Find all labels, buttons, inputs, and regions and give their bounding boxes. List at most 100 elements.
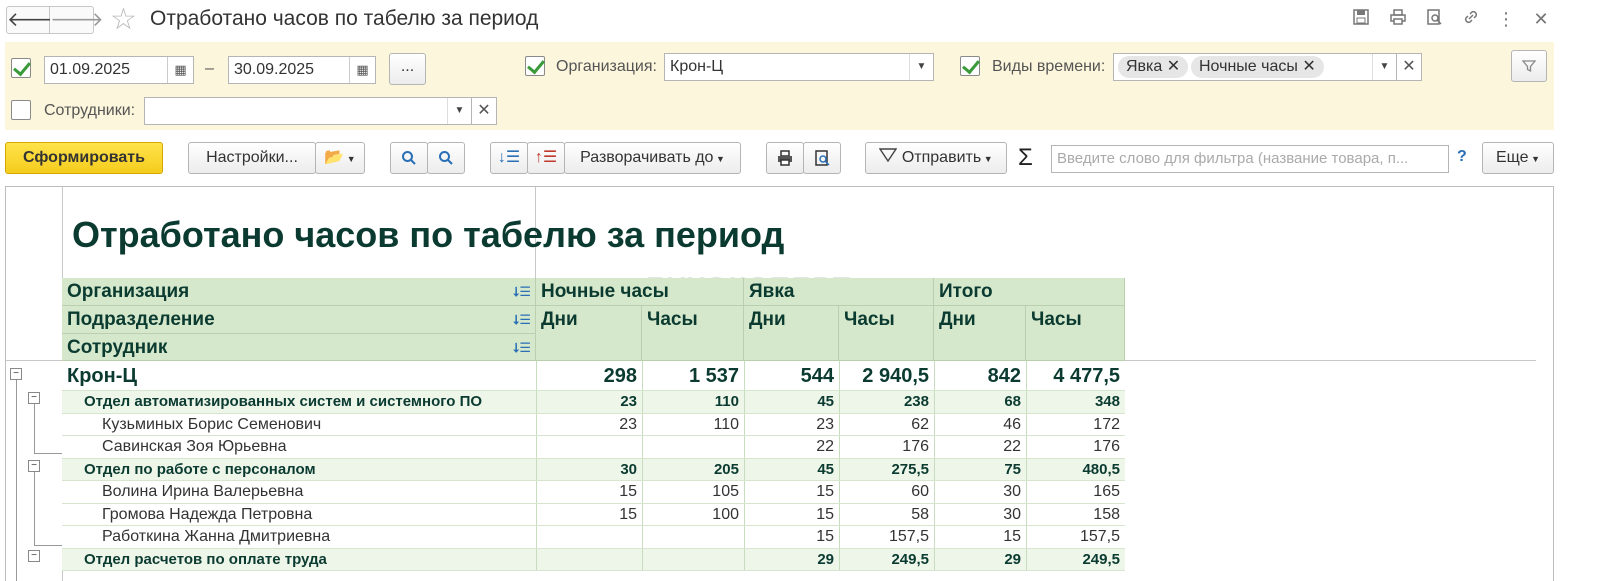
- row-value-cell: 29: [934, 548, 1026, 570]
- remove-tag-icon[interactable]: ✕: [1167, 58, 1180, 75]
- collapse-all-button[interactable]: ↓☰: [490, 142, 528, 174]
- collapse-toggle-icon[interactable]: −: [28, 550, 40, 562]
- date-from-field[interactable]: 01.09.2025 ▦: [44, 56, 194, 84]
- row-value-cell: 60: [839, 481, 934, 503]
- chevron-down-icon: ▼: [981, 154, 993, 164]
- expand-to-dropdown[interactable]: Разворачивать до ▼: [564, 142, 741, 174]
- row-value-cell: 176: [1026, 436, 1125, 458]
- header-label: Организация: [67, 281, 190, 302]
- sort-icon[interactable]: ⭣☰: [513, 306, 531, 333]
- close-icon[interactable]: ✕: [1530, 8, 1552, 30]
- row-value-cell: 157,5: [839, 526, 934, 548]
- employee-row[interactable]: Громова Надежда Петровна 15 100 15 58 30 158: [62, 503, 1125, 526]
- more-vertical-icon[interactable]: ⋮: [1495, 8, 1517, 30]
- row-value-cell: 62: [839, 413, 934, 435]
- collapse-toggle-icon[interactable]: −: [10, 368, 22, 380]
- collapse-toggle-icon[interactable]: −: [28, 460, 40, 472]
- sort-icon[interactable]: ⭣☰: [513, 278, 531, 305]
- row-value-cell: 298: [536, 361, 642, 390]
- employee-row[interactable]: Работкина Жанна Дмитриевна 15 157,5 15 157,5: [62, 526, 1125, 549]
- period-checkbox[interactable]: [11, 58, 31, 78]
- employee-row[interactable]: Волина Ирина Валерьевна 15 105 15 60 30 165: [62, 481, 1125, 504]
- row-value-cell: 15: [744, 503, 839, 525]
- sort-icon[interactable]: ⭣☰: [513, 334, 531, 361]
- row-value-cell: 23: [744, 413, 839, 435]
- calendar-icon[interactable]: ▦: [349, 57, 375, 83]
- calendar-icon[interactable]: ▦: [167, 57, 193, 83]
- header-total: Итого: [934, 278, 1125, 306]
- row-value-cell: 110: [642, 413, 744, 435]
- window-title: Отработано часов по табелю за период: [150, 7, 539, 30]
- arrow-right-icon: 🡒: [50, 9, 104, 31]
- search-button[interactable]: [390, 142, 428, 174]
- employees-field[interactable]: ▼: [144, 97, 472, 125]
- header-department[interactable]: Подразделение ⭣☰: [62, 306, 536, 334]
- link-icon[interactable]: [1460, 8, 1482, 30]
- row-name: Савинская Зоя Юрьевна: [102, 438, 287, 455]
- row-value-cell: 15: [934, 526, 1026, 548]
- header-organization[interactable]: Организация ⭣☰: [62, 278, 536, 306]
- more-button[interactable]: Еще ▼: [1482, 142, 1554, 174]
- time-type-tag[interactable]: Явка ✕: [1118, 56, 1189, 78]
- row-name: Работкина Жанна Дмитриевна: [102, 528, 331, 545]
- row-value-cell: 165: [1026, 481, 1125, 503]
- variants-dropdown-button[interactable]: 📂 ▼: [315, 142, 365, 174]
- chevron-down-icon[interactable]: ▼: [909, 54, 933, 80]
- back-button[interactable]: 🡐: [6, 6, 61, 34]
- forward-button[interactable]: 🡒: [50, 6, 104, 34]
- print-button[interactable]: [766, 142, 804, 174]
- row-value-cell: 75: [934, 458, 1026, 480]
- help-icon[interactable]: ?: [1457, 148, 1467, 166]
- row-value-cell: 249,5: [839, 548, 934, 570]
- header-employee[interactable]: Сотрудник ⭣☰: [62, 334, 536, 361]
- report-settings-button[interactable]: Настройки...: [188, 142, 316, 174]
- clear-employees-button[interactable]: ✕: [471, 97, 497, 125]
- row-name: Отдел по работе с персоналом: [84, 460, 316, 478]
- save-icon[interactable]: [1350, 8, 1372, 30]
- department-row[interactable]: Отдел по работе с персоналом 30 205 45 275,5…: [62, 458, 1125, 481]
- date-to-field[interactable]: 30.09.2025 ▦: [228, 56, 376, 84]
- filter-settings-button[interactable]: [1511, 50, 1547, 82]
- collapse-toggle-icon[interactable]: −: [28, 392, 40, 404]
- department-row[interactable]: Отдел автоматизированных систем и систем…: [62, 391, 1125, 414]
- generate-button[interactable]: Сформировать: [5, 142, 163, 174]
- send-dropdown-button[interactable]: Отправить ▼: [865, 142, 1007, 174]
- expand-all-button[interactable]: ↑☰: [527, 142, 565, 174]
- time-types-checkbox[interactable]: [960, 56, 980, 76]
- print-icon[interactable]: [1387, 8, 1409, 30]
- row-value-cell: 348: [1026, 391, 1125, 413]
- org-field[interactable]: Крон-Ц ▼: [664, 53, 934, 81]
- row-name: Отдел расчетов по оплате труда: [84, 550, 327, 568]
- header-hours: Часы: [642, 306, 744, 361]
- employees-checkbox[interactable]: [11, 100, 31, 120]
- filter-input[interactable]: Введите слово для фильтра (название това…: [1051, 145, 1449, 173]
- header-hours: Часы: [839, 306, 934, 361]
- search-next-button[interactable]: [427, 142, 465, 174]
- period-select-button[interactable]: ...: [389, 53, 426, 85]
- favorite-star-icon[interactable]: ☆: [110, 2, 137, 37]
- org-checkbox[interactable]: [525, 56, 545, 76]
- time-types-label: Виды времени:: [992, 58, 1106, 75]
- row-value-cell: 158: [1026, 503, 1125, 525]
- print-preview-button[interactable]: [803, 142, 841, 174]
- row-value-cell: [536, 548, 642, 570]
- time-type-tag[interactable]: Ночные часы ✕: [1191, 56, 1324, 78]
- chevron-down-icon[interactable]: ▼: [447, 98, 471, 124]
- remove-tag-icon[interactable]: ✕: [1302, 58, 1315, 75]
- folder-variants-icon: 📂: [324, 149, 345, 166]
- row-value-cell: 22: [744, 436, 839, 458]
- row-value-cell: 544: [744, 361, 839, 390]
- preview-icon[interactable]: [1423, 8, 1445, 30]
- employee-row[interactable]: Савинская Зоя Юрьевна 22 176 22 176: [62, 436, 1125, 459]
- settings-panel: 01.09.2025 ▦ – 30.09.2025 ▦ ... Организа…: [5, 42, 1554, 130]
- report-spreadsheet[interactable]: Отработано часов по табелю за период БУХ…: [5, 186, 1554, 581]
- tree-line: [34, 453, 62, 454]
- department-row[interactable]: Отдел расчетов по оплате труда 29 249,5 29 2…: [62, 548, 1125, 571]
- clear-time-types-button[interactable]: ✕: [1396, 53, 1422, 81]
- row-value-cell: [536, 526, 642, 548]
- org-row[interactable]: Крон-Ц 298 1 537 544 2 940,5 842 4 477,5: [62, 361, 1125, 391]
- sum-icon[interactable]: Σ: [1018, 144, 1033, 172]
- row-value-cell: 46: [934, 413, 1026, 435]
- employee-row[interactable]: Кузьминых Борис Семенович 23 110 23 62 46 172: [62, 413, 1125, 436]
- chevron-down-icon[interactable]: ▼: [1372, 54, 1396, 80]
